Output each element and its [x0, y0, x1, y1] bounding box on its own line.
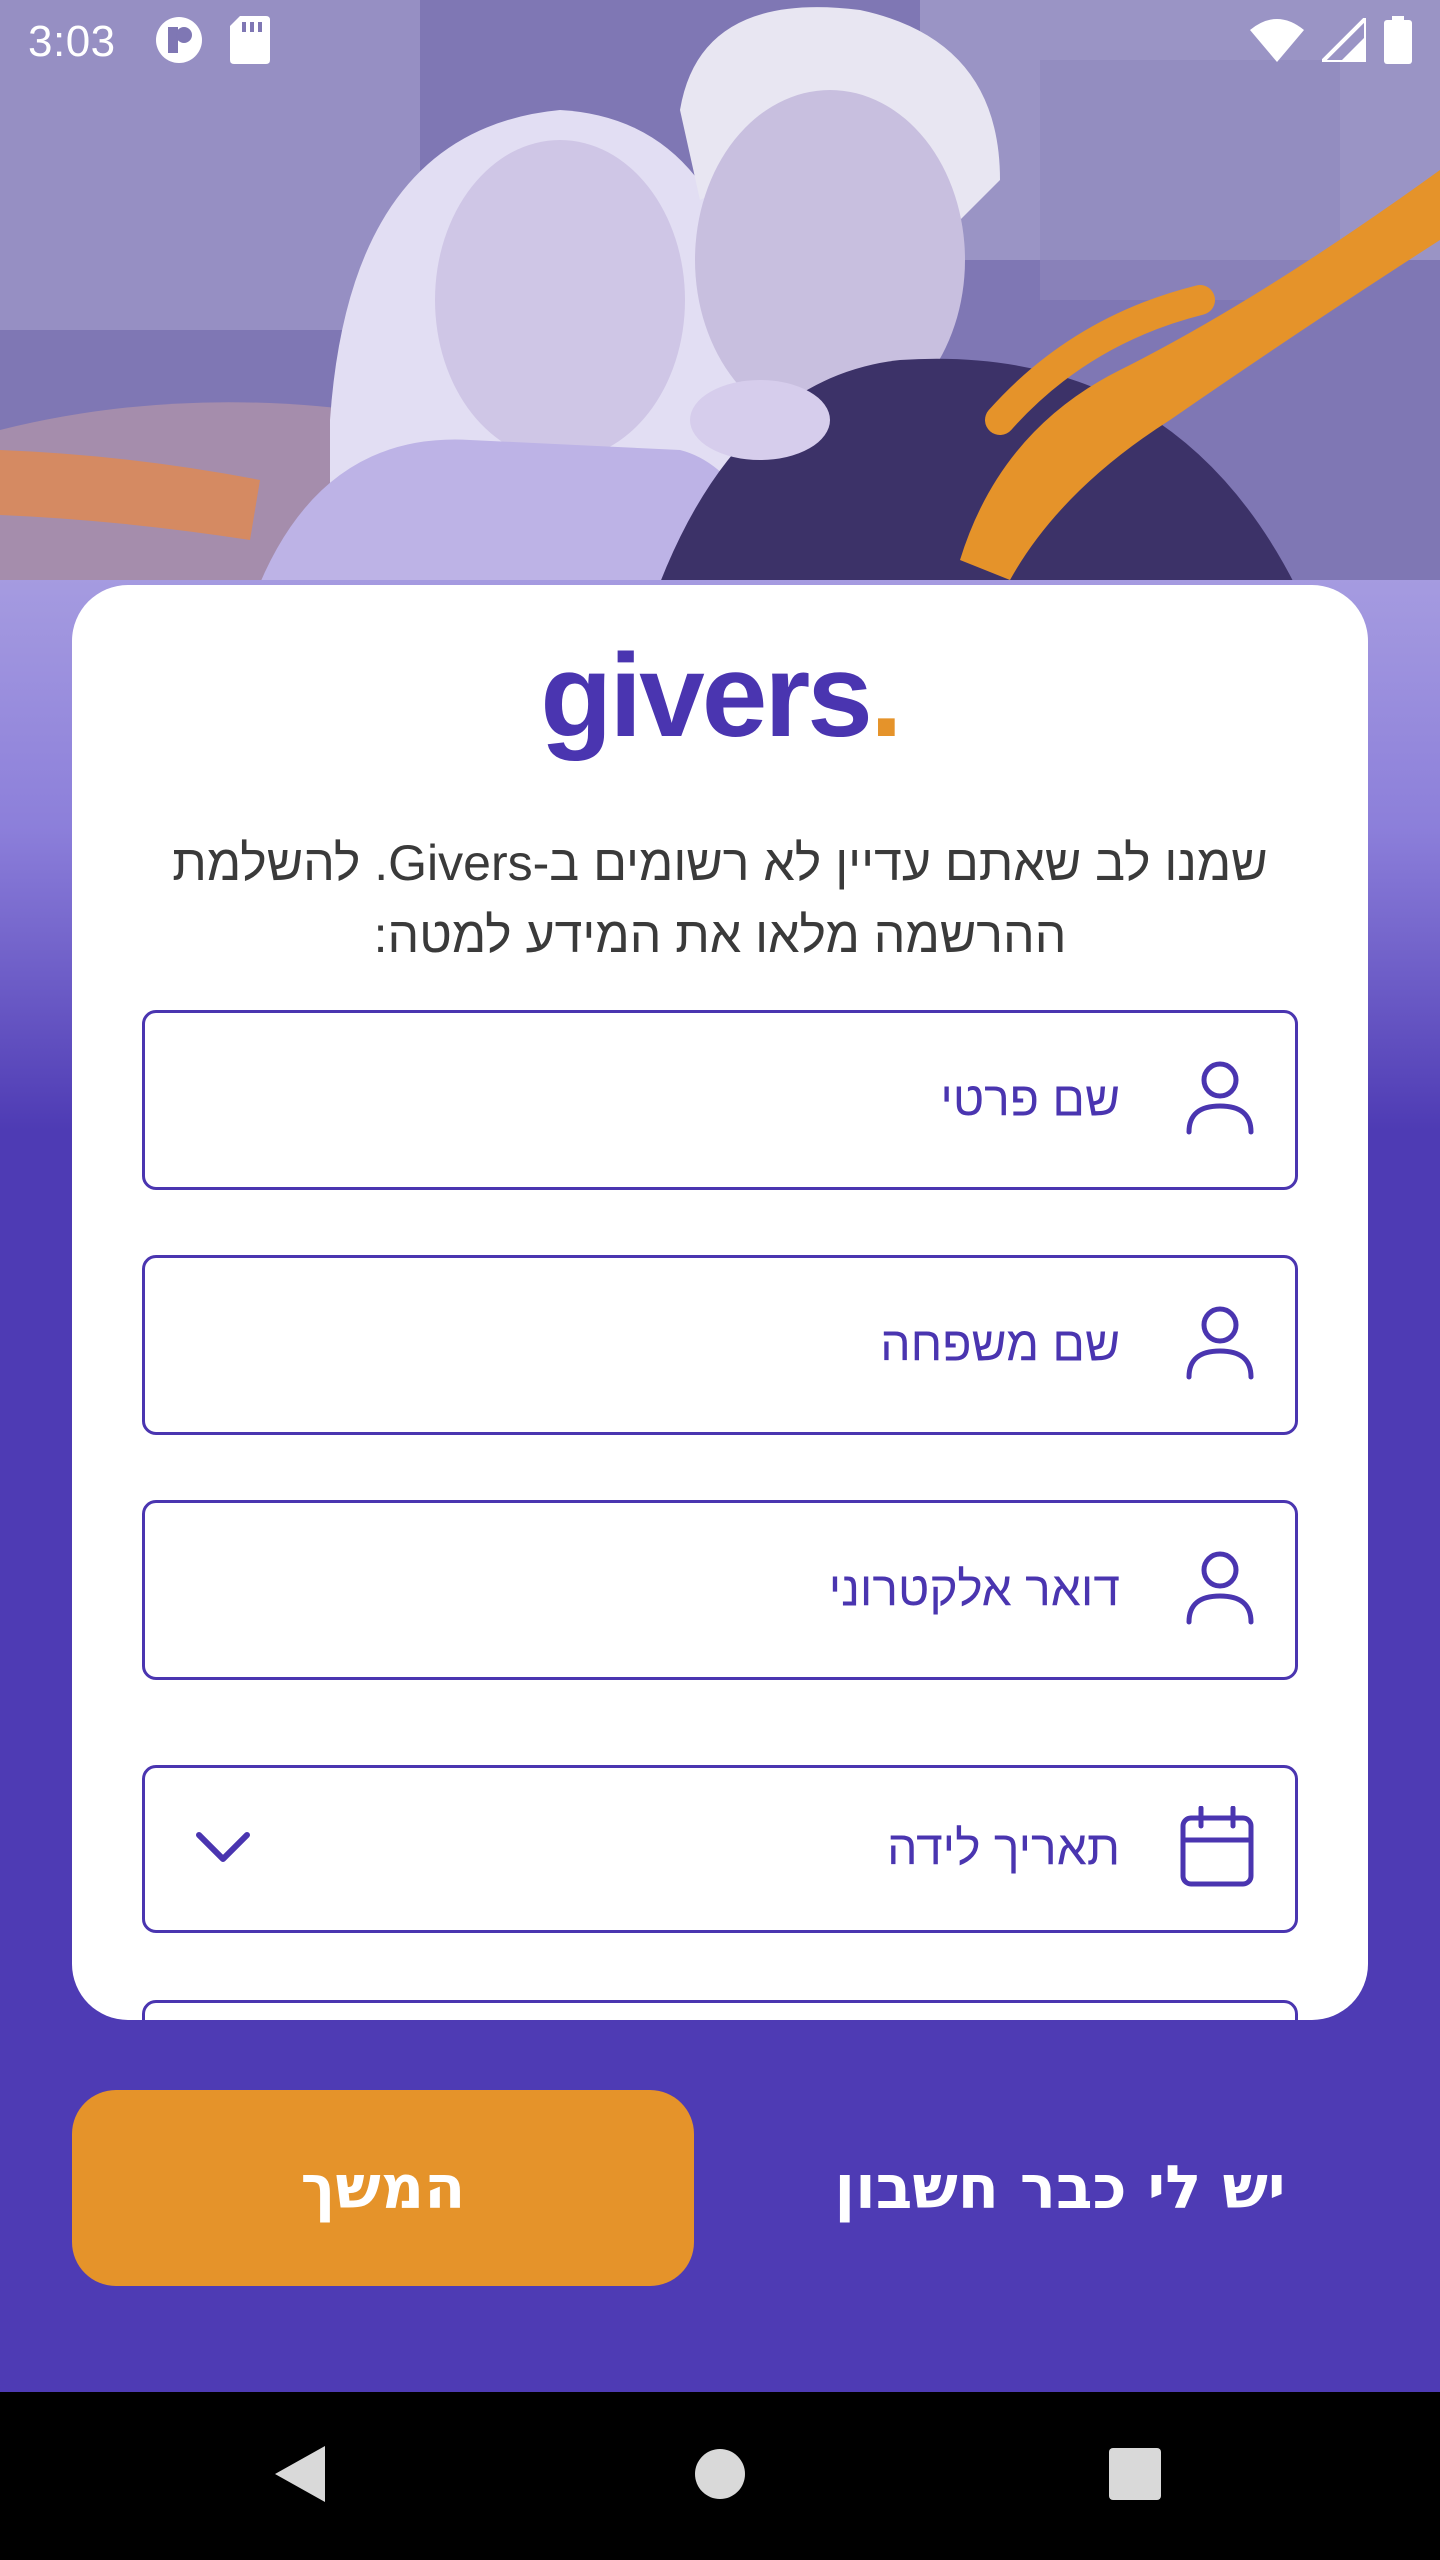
person-icon — [1185, 1305, 1255, 1385]
email-label: דואר אלקטרוני — [828, 1563, 1120, 1617]
status-bar: 3:03 — [0, 0, 1440, 84]
navigation-bar — [0, 2392, 1440, 2560]
app-notification-icon — [154, 15, 204, 69]
email-field[interactable]: דואר אלקטרוני — [142, 1500, 1298, 1680]
intro-text: שמנו לב שאתם עדיין לא רשומים ב-Givers. ל… — [172, 835, 1268, 963]
first-name-field[interactable]: שם פרטי — [142, 1010, 1298, 1190]
birth-date-label: תאריך לידה — [887, 1822, 1120, 1876]
chevron-down-icon[interactable] — [195, 1831, 251, 1867]
person-icon — [1185, 1060, 1255, 1140]
status-time: 3:03 — [28, 17, 116, 66]
wifi-icon — [1250, 18, 1304, 66]
givers-logo: givers. — [72, 637, 1368, 755]
cellular-signal-icon — [1317, 13, 1368, 66]
back-icon[interactable] — [273, 2444, 327, 2508]
battery-icon — [1384, 16, 1412, 68]
calendar-icon — [1179, 1805, 1255, 1892]
next-field-partial[interactable] — [142, 2000, 1298, 2020]
continue-button[interactable]: המשך — [72, 2090, 694, 2286]
birth-date-dropdown[interactable]: תאריך לידה — [142, 1765, 1298, 1933]
last-name-label: שם משפחה — [880, 1318, 1120, 1372]
recents-icon[interactable] — [1109, 2448, 1161, 2504]
person-icon — [1185, 1550, 1255, 1630]
signup-card: givers. שמנו לב שאתם עדיין לא רשומים ב-G… — [72, 585, 1368, 2020]
sd-card-icon — [229, 16, 270, 68]
have-account-link[interactable]: יש לי כבר חשבון — [780, 2090, 1340, 2286]
home-icon[interactable] — [693, 2447, 747, 2505]
first-name-label: שם פרטי — [940, 1073, 1120, 1127]
logo-text: givers — [540, 630, 873, 762]
logo-dot: . — [869, 630, 903, 762]
last-name-field[interactable]: שם משפחה — [142, 1255, 1298, 1435]
